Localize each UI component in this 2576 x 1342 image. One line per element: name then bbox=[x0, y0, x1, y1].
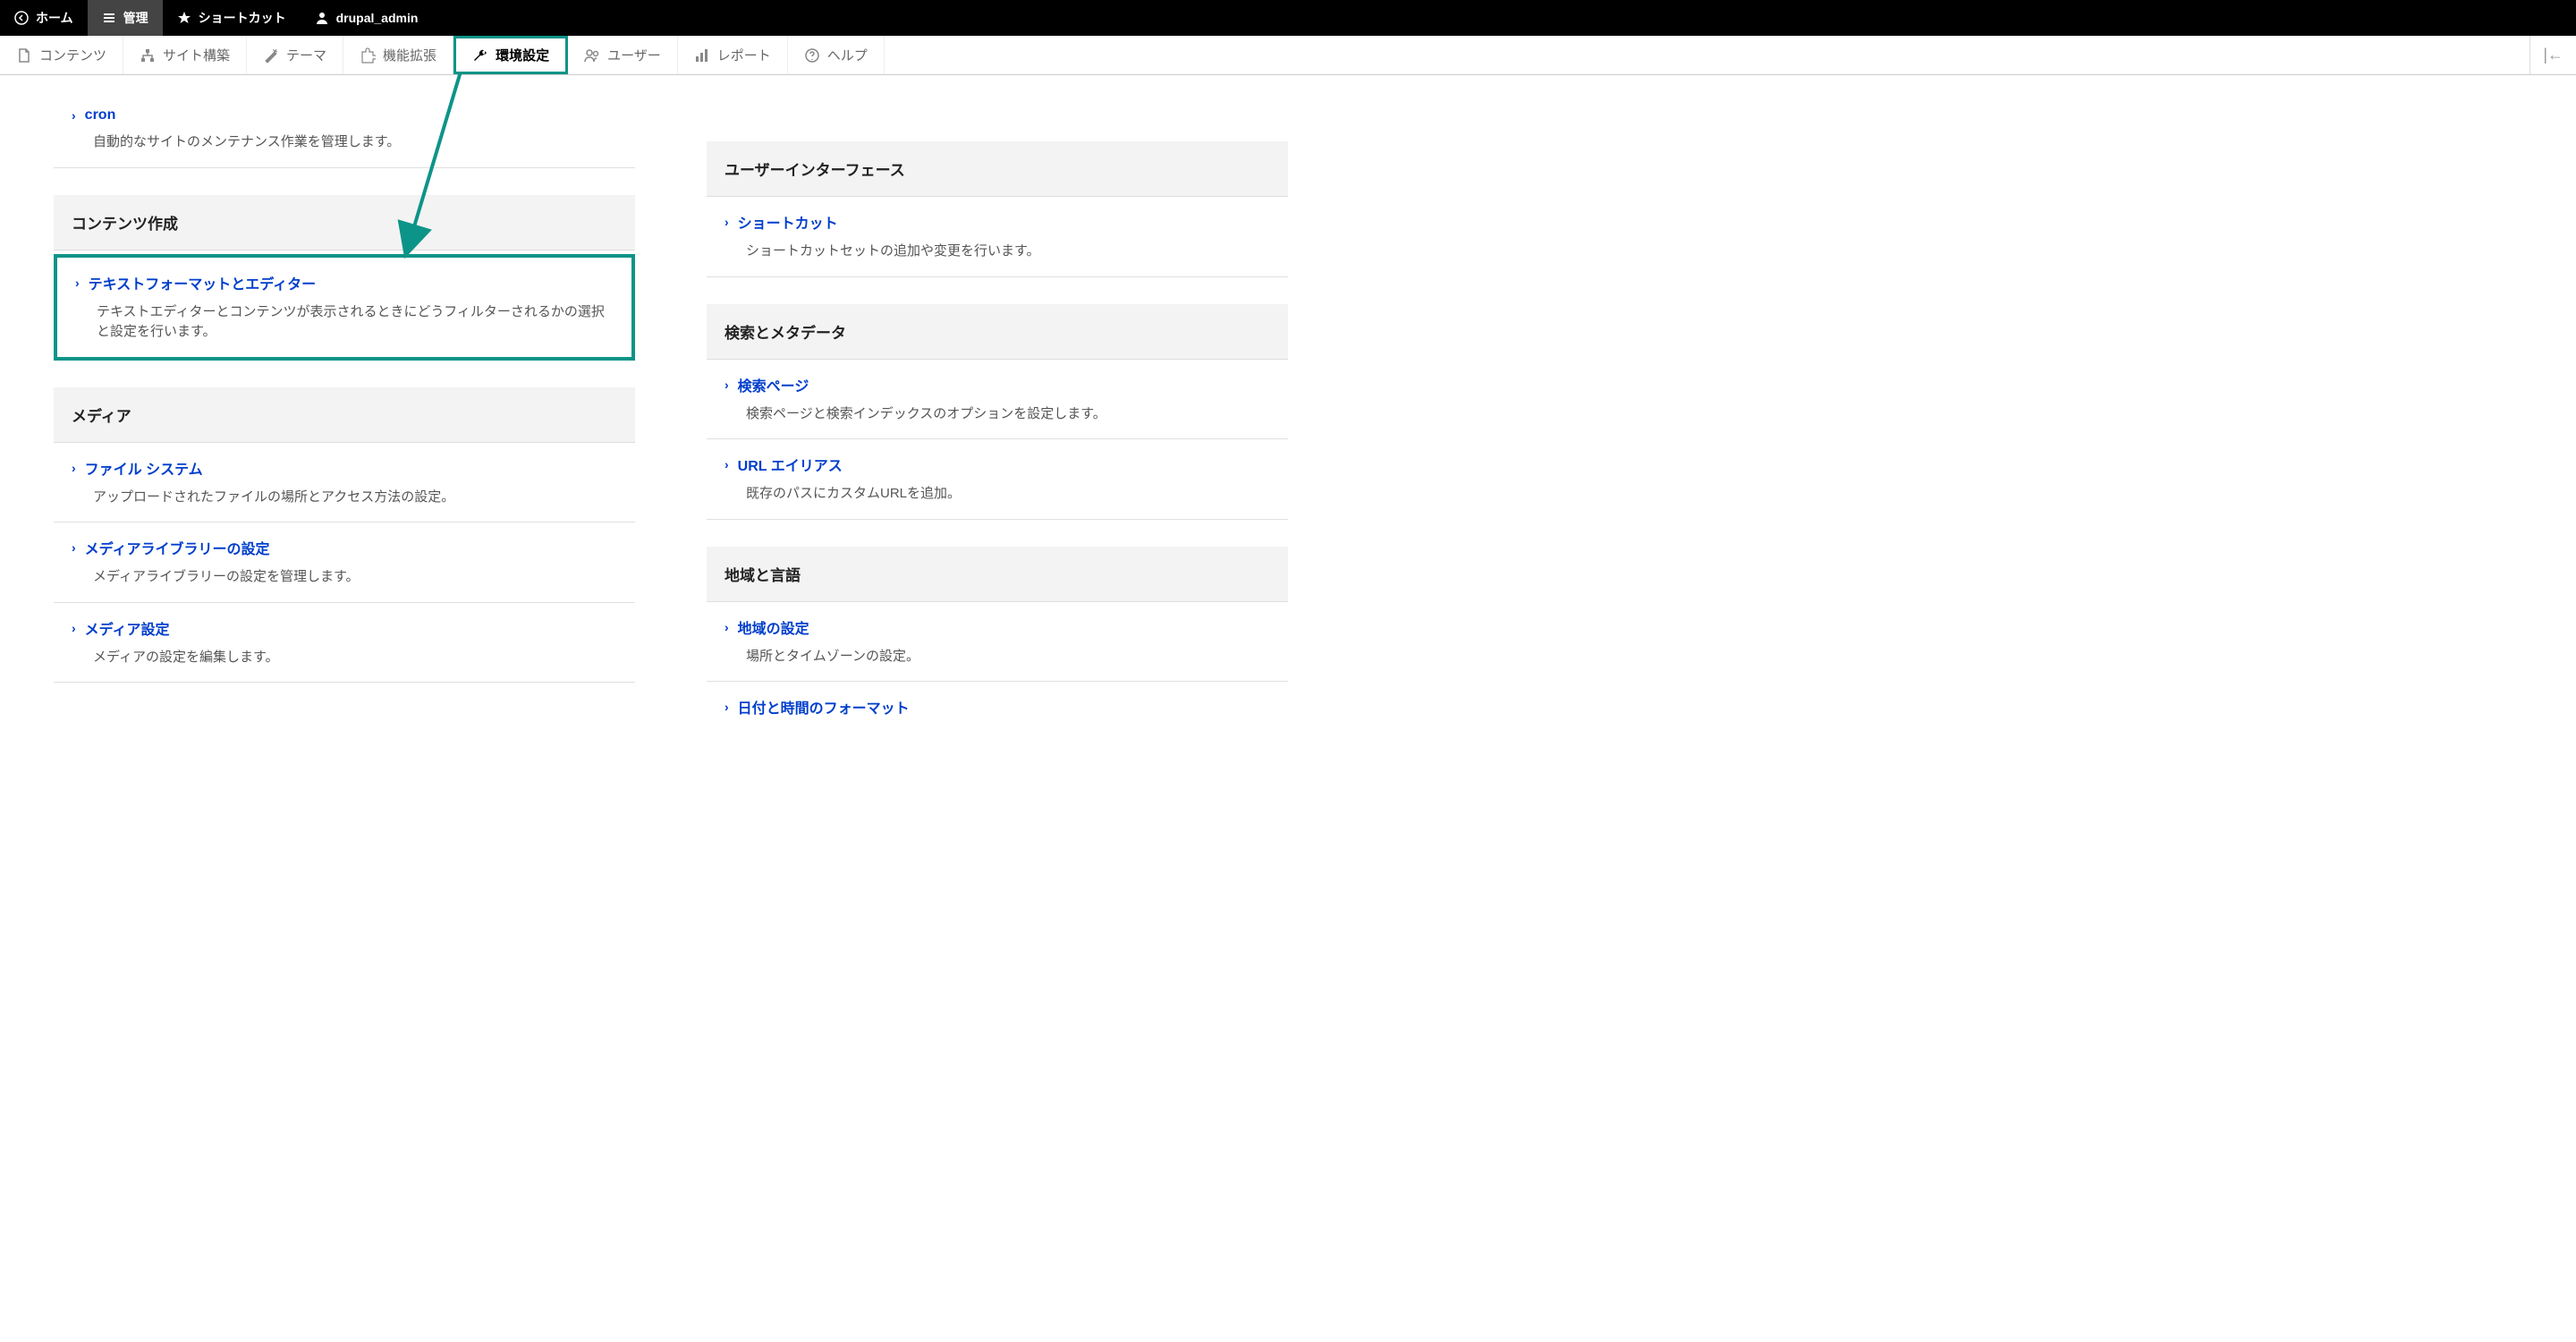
link-date-time-text: 日付と時間のフォーマット bbox=[738, 696, 910, 718]
config-item-region-settings: › 地域の設定 場所とタイムゾーンの設定。 bbox=[707, 602, 1288, 683]
tab-reports[interactable]: レポート bbox=[678, 36, 788, 74]
desc-url-alias: 既存のパスにカスタムURLを追加。 bbox=[746, 484, 1270, 505]
link-cron-text: cron bbox=[85, 107, 116, 123]
section-media: メディア bbox=[54, 387, 635, 443]
desc-shortcuts: ショートカットセットの追加や変更を行います。 bbox=[746, 242, 1270, 262]
tab-appearance[interactable]: テーマ bbox=[247, 36, 343, 74]
chevron-right-icon: › bbox=[724, 378, 729, 392]
shortcuts-link[interactable]: ショートカット bbox=[163, 0, 301, 36]
link-media-settings[interactable]: › メディア設定 bbox=[72, 617, 617, 639]
tab-configuration[interactable]: 環境設定 bbox=[453, 36, 568, 74]
document-icon bbox=[16, 47, 32, 64]
link-date-time[interactable]: › 日付と時間のフォーマット bbox=[724, 696, 1270, 718]
home-link[interactable]: ホーム bbox=[0, 0, 88, 36]
chevron-right-icon: › bbox=[75, 276, 80, 290]
top-toolbar: ホーム 管理 ショートカット drupal_admin bbox=[0, 0, 2576, 36]
hierarchy-icon bbox=[140, 47, 156, 64]
left-column: › cron 自動的なサイトのメンテナンス作業を管理します。 コンテンツ作成 ›… bbox=[54, 75, 635, 732]
admin-label: 管理 bbox=[123, 9, 148, 27]
section-ui: ユーザーインターフェース bbox=[707, 141, 1288, 197]
chart-bar-icon bbox=[694, 47, 710, 64]
config-item-media-settings: › メディア設定 メディアの設定を編集します。 bbox=[54, 603, 635, 684]
desc-file-system: アップロードされたファイルの場所とアクセス方法の設定。 bbox=[93, 488, 617, 508]
user-icon bbox=[315, 11, 329, 25]
link-shortcuts-config[interactable]: › ショートカット bbox=[724, 211, 1270, 233]
chevron-right-icon: › bbox=[72, 461, 76, 475]
home-label: ホーム bbox=[36, 9, 73, 27]
config-item-search-pages: › 検索ページ 検索ページと検索インデックスのオプションを設定します。 bbox=[707, 360, 1288, 440]
tab-extend-label: 機能拡張 bbox=[383, 46, 436, 64]
tab-content[interactable]: コンテンツ bbox=[0, 36, 123, 74]
tab-structure-label: サイト構築 bbox=[163, 46, 230, 64]
tab-reports-label: レポート bbox=[717, 46, 771, 64]
tab-help[interactable]: ヘルプ bbox=[788, 36, 885, 74]
link-shortcuts-text: ショートカット bbox=[738, 211, 838, 233]
chevron-right-icon: › bbox=[724, 700, 729, 714]
collapse-button[interactable]: |← bbox=[2529, 36, 2576, 74]
link-cron[interactable]: › cron bbox=[72, 107, 617, 123]
link-file-system-text: ファイル システム bbox=[85, 457, 203, 479]
config-item-cron: › cron 自動的なサイトのメンテナンス作業を管理します。 bbox=[54, 93, 635, 168]
config-item-url-alias: › URL エイリアス 既存のパスにカスタムURLを追加。 bbox=[707, 439, 1288, 520]
shortcuts-label: ショートカット bbox=[199, 9, 286, 27]
tab-structure[interactable]: サイト構築 bbox=[123, 36, 247, 74]
chevron-right-icon: › bbox=[72, 621, 76, 635]
tab-people-label: ユーザー bbox=[607, 46, 661, 64]
desc-media-settings: メディアの設定を編集します。 bbox=[93, 648, 617, 668]
desc-cron: 自動的なサイトのメンテナンス作業を管理します。 bbox=[93, 132, 617, 153]
link-media-library-text: メディアライブラリーの設定 bbox=[85, 537, 270, 558]
link-url-alias[interactable]: › URL エイリアス bbox=[724, 454, 1270, 475]
link-media-settings-text: メディア設定 bbox=[85, 617, 170, 639]
main-content: › cron 自動的なサイトのメンテナンス作業を管理します。 コンテンツ作成 ›… bbox=[0, 75, 1342, 732]
desc-media-library: メディアライブラリーの設定を管理します。 bbox=[93, 567, 617, 588]
desc-region-settings: 場所とタイムゾーンの設定。 bbox=[746, 647, 1270, 667]
link-search-pages-text: 検索ページ bbox=[738, 374, 809, 395]
chevron-right-icon: › bbox=[72, 108, 76, 123]
link-file-system[interactable]: › ファイル システム bbox=[72, 457, 617, 479]
link-region-settings[interactable]: › 地域の設定 bbox=[724, 616, 1270, 638]
collapse-icon: |← bbox=[2543, 46, 2563, 64]
user-label: drupal_admin bbox=[336, 11, 419, 25]
chevron-right-icon: › bbox=[724, 215, 729, 229]
link-region-settings-text: 地域の設定 bbox=[738, 616, 809, 638]
back-circle-icon bbox=[14, 11, 29, 25]
help-icon bbox=[804, 47, 820, 64]
right-column: ユーザーインターフェース › ショートカット ショートカットセットの追加や変更を… bbox=[707, 75, 1288, 732]
tab-configuration-label: 環境設定 bbox=[496, 46, 549, 64]
section-content-creation: コンテンツ作成 bbox=[54, 195, 635, 251]
tab-extend[interactable]: 機能拡張 bbox=[343, 36, 453, 74]
tab-people[interactable]: ユーザー bbox=[568, 36, 678, 74]
link-search-pages[interactable]: › 検索ページ bbox=[724, 374, 1270, 395]
users-icon bbox=[584, 47, 600, 64]
config-item-media-library: › メディアライブラリーの設定 メディアライブラリーの設定を管理します。 bbox=[54, 522, 635, 603]
admin-link[interactable]: 管理 bbox=[88, 0, 163, 36]
menu-icon bbox=[102, 11, 116, 25]
config-item-file-system: › ファイル システム アップロードされたファイルの場所とアクセス方法の設定。 bbox=[54, 443, 635, 523]
config-item-date-time: › 日付と時間のフォーマット bbox=[707, 682, 1288, 732]
wand-icon bbox=[263, 47, 279, 64]
section-search: 検索とメタデータ bbox=[707, 304, 1288, 360]
user-link[interactable]: drupal_admin bbox=[301, 0, 433, 36]
link-url-alias-text: URL エイリアス bbox=[738, 454, 843, 475]
chevron-right-icon: › bbox=[724, 620, 729, 634]
chevron-right-icon: › bbox=[724, 457, 729, 471]
link-text-formats-text: テキストフォーマットとエディター bbox=[89, 272, 316, 293]
section-regional: 地域と言語 bbox=[707, 547, 1288, 602]
link-media-library[interactable]: › メディアライブラリーの設定 bbox=[72, 537, 617, 558]
tab-help-label: ヘルプ bbox=[827, 46, 868, 64]
config-item-shortcuts: › ショートカット ショートカットセットの追加や変更を行います。 bbox=[707, 197, 1288, 277]
admin-tabs: コンテンツ サイト構築 テーマ 機能拡張 環境設定 ユーザー レポート ヘルプ … bbox=[0, 36, 2576, 75]
link-text-formats[interactable]: › テキストフォーマットとエディター bbox=[75, 272, 614, 293]
puzzle-icon bbox=[360, 47, 376, 64]
config-item-text-formats: › テキストフォーマットとエディター テキストエディターとコンテンツが表示される… bbox=[54, 254, 635, 361]
tab-appearance-label: テーマ bbox=[286, 46, 326, 64]
star-icon bbox=[177, 11, 191, 25]
chevron-right-icon: › bbox=[72, 540, 76, 555]
wrench-icon bbox=[472, 47, 488, 64]
desc-search-pages: 検索ページと検索インデックスのオプションを設定します。 bbox=[746, 404, 1270, 425]
desc-text-formats: テキストエディターとコンテンツが表示されるときにどうフィルターされるかの選択と設… bbox=[97, 302, 614, 343]
tab-content-label: コンテンツ bbox=[39, 46, 106, 64]
